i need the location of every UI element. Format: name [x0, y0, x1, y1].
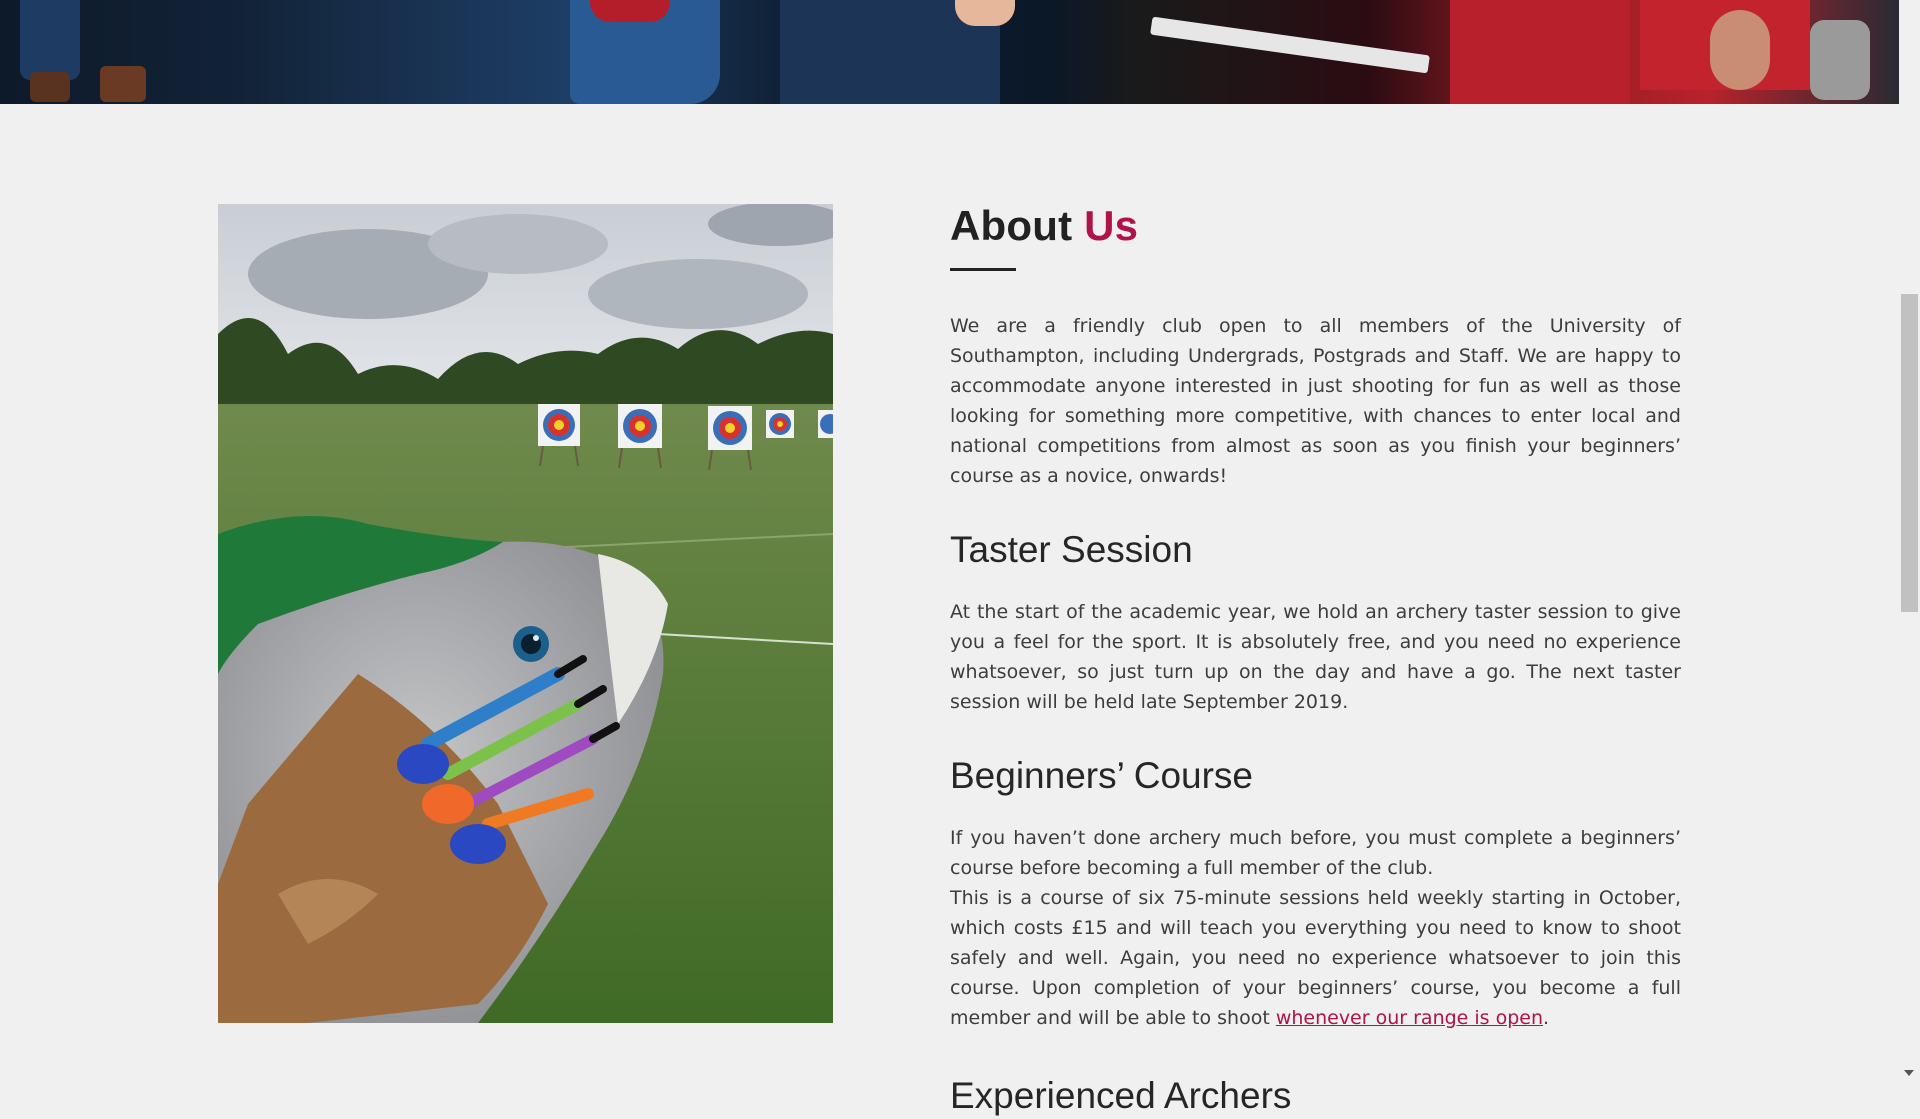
about-heading-accent: Us — [1084, 202, 1139, 249]
taster-paragraph: At the start of the academic year, we ho… — [950, 601, 1681, 713]
beginners-paragraph-2-end: . — [1543, 1007, 1550, 1029]
banner-figure — [100, 66, 146, 102]
heading-divider — [950, 268, 1016, 271]
beginners-paragraph-1: If you haven’t done archery much before,… — [950, 827, 1681, 879]
banner-figure — [30, 72, 70, 102]
about-section: About Us We are a friendly club open to … — [950, 200, 1681, 1119]
about-paragraph: We are a friendly club open to all membe… — [950, 315, 1681, 487]
beginners-heading: Beginners’ Course — [950, 755, 1254, 796]
beginners-paragraph-2: This is a course of six 75-minute sessio… — [950, 883, 1681, 1033]
banner-figure — [1810, 20, 1870, 100]
about-heading: About Us — [950, 200, 1681, 252]
range-open-link[interactable]: whenever our range is open — [1276, 1007, 1543, 1029]
about-heading-main: About — [950, 202, 1085, 249]
banner-figure — [1710, 10, 1770, 90]
banner-figure — [1450, 0, 1630, 104]
banner-figure — [590, 0, 670, 22]
banner-figure — [955, 0, 1015, 26]
taster-heading: Taster Session — [950, 529, 1193, 570]
banner-figure — [20, 0, 80, 80]
scroll-down-arrow-icon[interactable] — [1904, 1070, 1914, 1076]
page-scrollbar[interactable] — [1899, 0, 1920, 1080]
about-photo — [218, 204, 833, 1023]
header-banner-photo — [0, 0, 1899, 104]
scrollbar-thumb[interactable] — [1901, 294, 1918, 612]
archery-field-image — [218, 204, 833, 1023]
banner-bow — [1150, 16, 1430, 74]
